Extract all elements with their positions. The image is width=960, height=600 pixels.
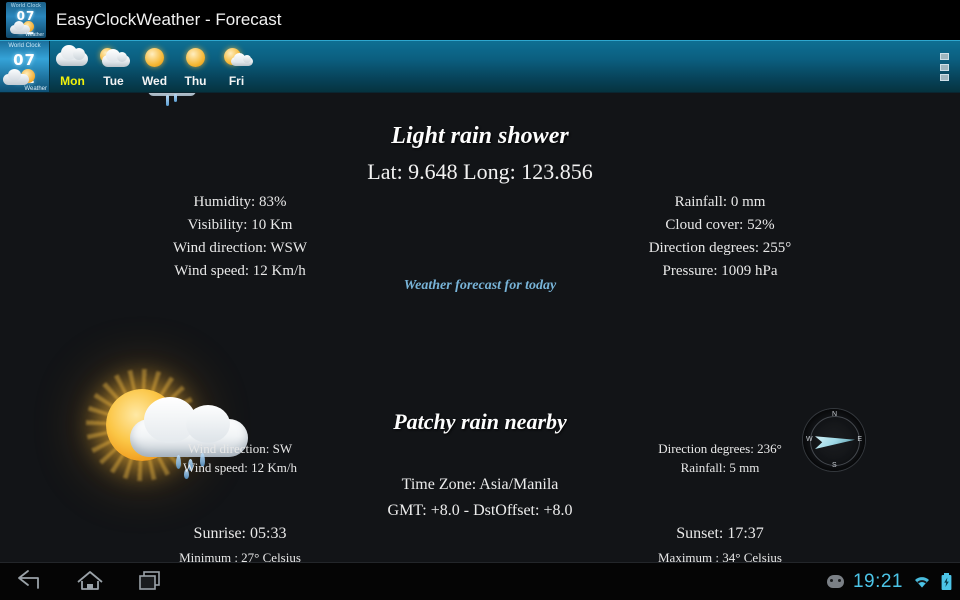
sunrise-value: Sunrise: 05:33 [193,525,287,542]
tab-fri-label: Fri [228,74,245,88]
weather-forecast-link[interactable]: Weather forecast for today [0,278,960,294]
sunny-icon [134,46,175,72]
tab-tue-label: Tue [103,74,124,88]
sun-with-small-cloud-icon [216,46,257,72]
app-icon-bottom-label: Weather [25,32,44,38]
tab-mon[interactable]: Mon [52,41,93,92]
sunrise-minimum-block: Sunrise: 05:33 Minimum : 27° Celsius [60,521,420,563]
battery-charging-icon[interactable] [941,572,952,591]
back-icon[interactable] [6,567,54,597]
tabbar-app-icon-cloud [3,69,29,85]
coordinates: Lat: 9.648 Long: 123.856 [367,159,593,184]
rain-cloud-icon-partial [148,91,198,109]
nearby-condition-title: Patchy rain nearby [393,409,567,434]
today-left-details: Humidity: 83% Visibility: 10 Km Wind dir… [60,191,420,283]
nearby-wind-direction-value: Wind direction: SW [187,441,293,456]
wifi-icon[interactable] [912,574,932,590]
forecast-content: Light rain shower Lat: 9.648 Long: 123.8… [0,91,960,563]
direction-degrees-value: Direction degrees: 255° [648,240,792,256]
minimum-temperature-value: Minimum : 27° Celsius [179,550,301,563]
today-condition-title: Light rain shower [391,123,569,149]
maximum-temperature-value: Maximum : 34° Celsius [657,550,782,563]
tabbar-app-icon-bottom-label: Weather [24,86,47,92]
rainfall-value: Rainfall: 0 mm [674,194,766,210]
status-icons: 19:21 [826,563,952,600]
android-screen: World Clock 07 12 Weather EasyClockWeath… [0,0,960,600]
sunny-icon [175,46,216,72]
visibility-value: Visibility: 10 Km [187,217,293,233]
timezone-value: Time Zone: Asia/Manila [401,476,559,493]
day-tabs: Mon Tue Wed Thu Fri [50,41,257,92]
overflow-menu-icon[interactable] [940,53,950,81]
tab-tue[interactable]: Tue [93,41,134,92]
home-icon[interactable] [66,567,114,597]
app-title: EasyClockWeather - Forecast [56,10,282,29]
sunset-maximum-block: Sunset: 17:37 Maximum : 34° Celsius [540,521,900,563]
timezone-block: Time Zone: Asia/Manila GMT: +8.0 - DstOf… [0,472,960,524]
humidity-value: Humidity: 83% [193,194,287,210]
wind-direction-value: Wind direction: WSW [172,240,308,256]
nearby-direction-degrees-value: Direction degrees: 236° [658,441,782,456]
system-navigation-bar: 19:21 [0,562,960,600]
recent-apps-icon[interactable] [126,567,174,597]
tab-thu[interactable]: Thu [175,41,216,92]
status-clock[interactable]: 19:21 [853,571,903,593]
tab-mon-label: Mon [60,74,85,88]
cloud-cover-value: Cloud cover: 52% [665,217,775,233]
cyanogenmod-icon[interactable] [826,575,844,588]
title-bar: World Clock 07 12 Weather EasyClockWeath… [0,0,960,40]
forecast-tab-bar: World Clock 07 12 Weather Mon Tue Wed Th… [0,40,960,93]
tab-thu-label: Thu [184,74,207,88]
today-right-details: Rainfall: 0 mm Cloud cover: 52% Directio… [540,191,900,283]
app-icon: World Clock 07 12 Weather [6,2,46,38]
sunset-value: Sunset: 17:37 [676,525,764,542]
tab-fri[interactable]: Fri [216,41,257,92]
tab-wed[interactable]: Wed [134,41,175,92]
tab-wed-label: Wed [141,74,168,88]
tabbar-app-icon[interactable]: World Clock 07 12 Weather [0,41,50,92]
cloudy-icon [52,45,93,72]
sun-behind-cloud-icon [93,46,134,72]
tabbar-app-icon-top-label: World Clock [8,43,41,49]
